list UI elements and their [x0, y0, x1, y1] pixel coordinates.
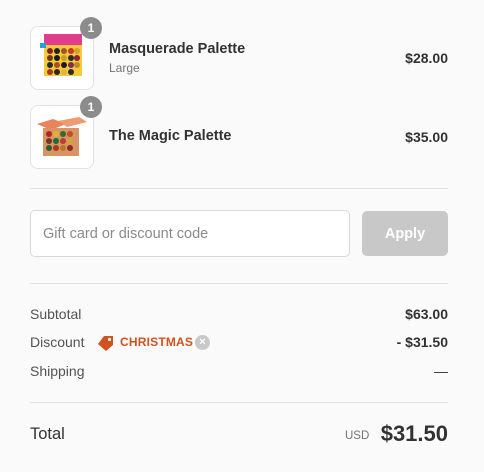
order-summary: 1 Masquerade Palette Large $28.00 1 The … [0, 0, 484, 472]
discount-code-input[interactable] [30, 210, 350, 257]
divider [30, 402, 448, 403]
product-name: Masquerade Palette [109, 41, 246, 57]
shipping-value: — [434, 363, 448, 379]
subtotal-label: Subtotal [30, 306, 82, 322]
product-price: $28.00 [405, 50, 448, 66]
divider [30, 188, 448, 189]
apply-button[interactable]: Apply [362, 211, 448, 256]
total-label: Total [30, 425, 65, 443]
discount-value: - $31.50 [396, 334, 448, 350]
line-item: 1 Masquerade Palette Large $28.00 [30, 17, 448, 90]
subtotal-value: $63.00 [405, 306, 448, 322]
shipping-label: Shipping [30, 363, 85, 379]
quantity-badge: 1 [80, 96, 102, 118]
line-item: 1 The Magic Palette $35.00 [30, 96, 448, 169]
remove-discount-icon[interactable]: × [195, 335, 210, 350]
discount-code-tag: CHRISTMAS [120, 335, 194, 349]
product-variant: Large [109, 61, 140, 75]
discount-label: Discount [30, 334, 85, 350]
product-name: The Magic Palette [109, 128, 232, 144]
currency-code: USD [345, 430, 370, 442]
tag-icon [98, 336, 113, 351]
product-price: $35.00 [405, 129, 448, 145]
total-amount: $31.50 [380, 421, 448, 446]
quantity-badge: 1 [80, 17, 102, 39]
divider [30, 283, 448, 284]
